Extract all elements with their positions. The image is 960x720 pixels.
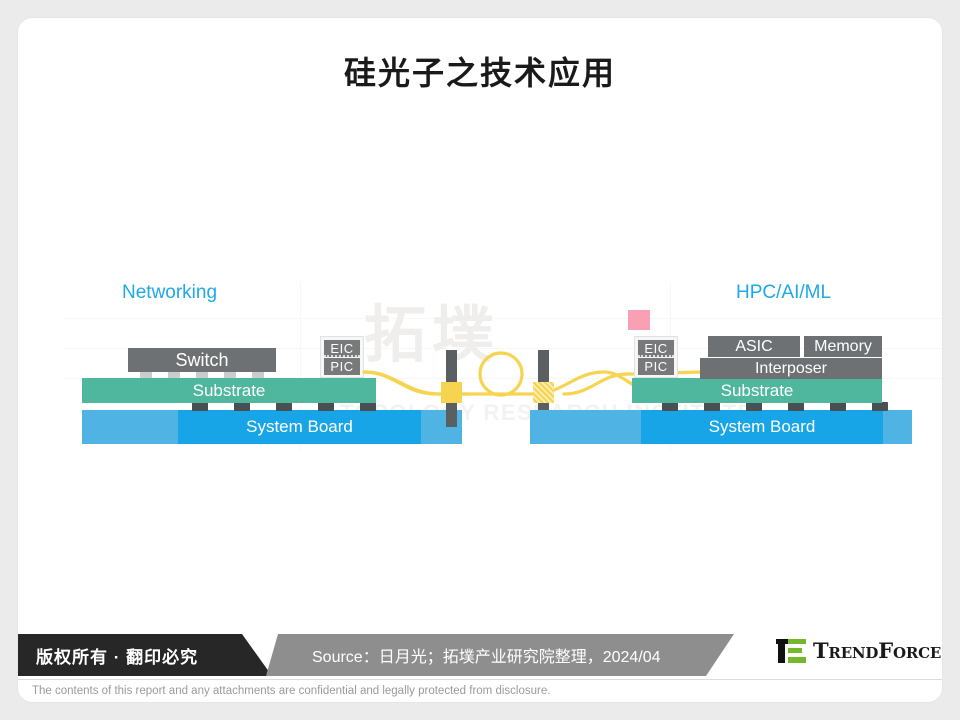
right-substrate-bump — [704, 402, 720, 411]
page-title: 硅光子之技术应用 — [343, 54, 616, 92]
memory-chip: Memory — [804, 336, 882, 357]
right-system-board: System Board — [641, 410, 883, 444]
trendforce-mark-icon — [776, 638, 806, 663]
slide-footer: 版权所有 · 翻印必究 Source：日月光；拓墣产业研究院整理，2024/04… — [18, 626, 942, 702]
disclaimer-text: The contents of this report and any atta… — [32, 685, 551, 697]
asic-chip-label: ASIC — [735, 337, 773, 355]
source-label: Source：日月光；拓墣产业研究院整理，2024/04 — [312, 649, 661, 666]
fiber-post-upper-right — [538, 350, 549, 382]
fiber-post-lower-left — [446, 403, 457, 427]
laser-source-indicator — [628, 310, 650, 330]
right-substrate-bump — [788, 402, 804, 411]
footer-divider — [18, 679, 942, 680]
asic-chip: ASIC — [708, 336, 800, 357]
right-system-board-label: System Board — [708, 417, 816, 436]
right-substrate-bump — [872, 402, 888, 411]
interposer-label: Interposer — [754, 359, 828, 377]
right-eic-label: EIC — [638, 340, 674, 357]
right-substrate-label: Substrate — [720, 380, 794, 400]
copyright-label: 版权所有 · 翻印必究 — [36, 648, 199, 667]
fiber-ferrule-left — [441, 382, 462, 403]
slide-canvas: 硅光子之技术应用 拓墣 TOPOLOGY RESEARCH INSTITUTE … — [18, 18, 942, 702]
right-substrate-bump — [746, 402, 762, 411]
right-substrate-bump — [662, 402, 678, 411]
interposer: Interposer — [700, 358, 882, 379]
fiber-ferrule-right — [533, 382, 554, 403]
brand-logo-panel: TrendForce — [730, 626, 942, 678]
right-substrate: Substrate — [632, 378, 882, 403]
right-eic-pic-module: EIC PIC — [634, 336, 678, 378]
memory-chip-label: Memory — [814, 337, 872, 355]
brand-name: TrendForce — [813, 638, 942, 663]
right-substrate-bump — [830, 402, 846, 411]
right-pic-label: PIC — [638, 358, 674, 375]
source-bar: Source：日月光；拓墣产业研究院整理，2024/04 — [266, 634, 734, 676]
fiber-post-upper-left — [446, 350, 457, 382]
copyright-tab: 版权所有 · 翻印必究 — [18, 634, 272, 676]
silicon-photonics-diagram: 拓墣 TOPOLOGY RESEARCH INSTITUTE Networkin… — [64, 282, 942, 452]
